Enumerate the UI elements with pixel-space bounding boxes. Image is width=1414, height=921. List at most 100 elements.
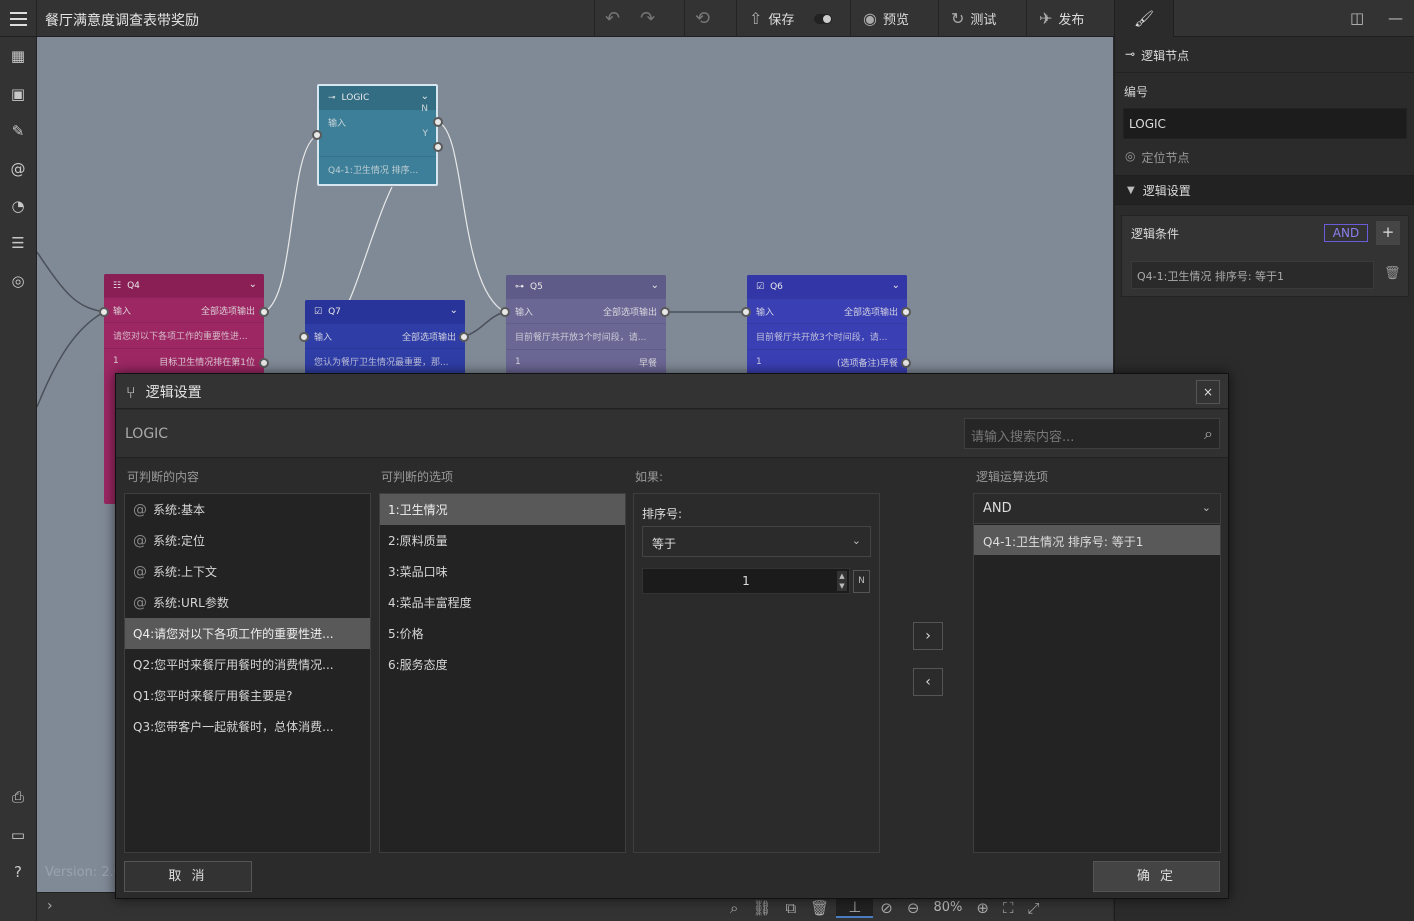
style-panel-tab[interactable]: 🖌 [1114, 0, 1174, 37]
zoom-out-icon[interactable]: ⊖ [900, 899, 927, 917]
at-icon: @ [133, 501, 147, 518]
zoom-in-icon[interactable]: ⊕ [969, 899, 996, 917]
save-label: 保存 [768, 13, 795, 28]
list-item[interactable]: Q4-1:卫生情况 排序号: 等于1 [974, 525, 1220, 555]
list-item[interactable]: Q2:您平时来餐厅用餐时的消费情况... [125, 649, 370, 680]
preview-button[interactable]: ◉ 预览 [851, 0, 921, 37]
chevron-down-icon[interactable]: ⌄ [651, 280, 659, 291]
item-label: 2:原料质量 [388, 534, 448, 548]
minimize-icon[interactable]: — [1388, 9, 1403, 27]
cancel-button[interactable]: 取 消 [124, 861, 252, 892]
logic-n-port[interactable] [433, 117, 443, 127]
q4-input-port[interactable] [99, 307, 109, 317]
list-item[interactable]: @ 系统:定位 [125, 525, 370, 556]
save-button[interactable]: ⇧ 保存 [737, 0, 844, 37]
list-item[interactable]: Q1:您平时来餐厅用餐主要是? [125, 680, 370, 711]
q5-node[interactable]: ⊶ Q5 ⌄ 输入 全部选项输出 目前餐厅共开放3个时间段，请... 1 早餐 [506, 275, 666, 375]
q5-node-header: ⊶ Q5 ⌄ [506, 275, 666, 298]
list-item[interactable]: Q4:请您对以下各项工作的重要性进... [125, 618, 370, 649]
delete-icon[interactable]: 🗑 [803, 899, 836, 917]
value-stepper[interactable]: 1 ▲ ▼ [642, 568, 850, 594]
hide-icon[interactable]: ⊘ [873, 899, 900, 917]
autosave-toggle[interactable] [814, 13, 833, 24]
link-icon[interactable]: ⛓ [745, 899, 778, 917]
list-item[interactable]: @ 系统:基本 [125, 494, 370, 525]
logic-y-port[interactable] [433, 142, 443, 152]
n-toggle-button[interactable]: N [853, 570, 870, 593]
at-icon[interactable]: @ [9, 160, 27, 178]
search-icon[interactable]: ⌕ [723, 899, 745, 917]
confirm-button[interactable]: 确 定 [1093, 861, 1220, 892]
logic-input-port[interactable] [312, 130, 322, 140]
q6-node[interactable]: ☑ Q6 ⌄ 输入 全部选项输出 目前餐厅共开放3个时间段，请... 1 (选项… [747, 275, 907, 375]
split-view-icon[interactable]: ◫ [1350, 9, 1364, 27]
q7-output-port[interactable] [459, 332, 469, 342]
spin-arrows-icon[interactable]: ▲ ▼ [837, 571, 847, 591]
fullscreen-icon[interactable]: ⤢ [1020, 899, 1046, 917]
q4-output-port[interactable] [259, 307, 269, 317]
logic-node[interactable]: ⊸ LOGIC ⌄ 输入 N Y Q4-1:卫生情况 排序... [317, 84, 438, 186]
zoom-level: 80% [933, 900, 963, 915]
list-item[interactable]: 6:服务态度 [380, 649, 625, 680]
list-item[interactable]: 2:原料质量 [380, 525, 625, 556]
search-input[interactable]: 请输入搜索内容... ⌕ [964, 418, 1220, 449]
q4-option-port[interactable] [259, 358, 269, 368]
dropper-icon[interactable]: ✎ [9, 122, 27, 140]
text-align-icon[interactable]: ☰ [9, 234, 27, 252]
print-icon[interactable]: ⎙ [9, 788, 27, 806]
q5-output-port[interactable] [660, 307, 670, 317]
list-item[interactable]: 3:菜品口味 [380, 556, 625, 587]
trash-icon[interactable]: 🗑 [1384, 266, 1401, 281]
publish-button[interactable]: ✈ 发布 [1027, 0, 1096, 37]
copy-icon[interactable]: ⧉ [778, 899, 803, 917]
q5-input-port[interactable] [500, 307, 510, 317]
align-icon[interactable]: ⊥ [836, 897, 874, 918]
locate-node-button[interactable]: ◎ 定位节点 [1125, 149, 1190, 166]
revert-icon[interactable]: ⟲ [685, 8, 720, 29]
redo-icon[interactable]: ↷ [630, 8, 665, 29]
add-condition-button[interactable]: + [1376, 221, 1400, 245]
remove-arrow-button[interactable]: ‹ [913, 668, 943, 696]
operator-select-value: AND [983, 501, 1012, 516]
operators-list: AND ⌄ Q4-1:卫生情况 排序号: 等于1 [973, 493, 1221, 853]
operator-select[interactable]: 等于 ⌄ [642, 526, 871, 557]
list-item[interactable]: 1:卫生情况 [380, 494, 625, 525]
chevron-down-icon[interactable]: ⌄ [892, 280, 900, 291]
gallery-icon[interactable]: ▣ [9, 85, 27, 103]
chevron-right-icon[interactable]: › [47, 898, 53, 914]
q6-io-row: 输入 全部选项输出 [747, 298, 907, 323]
item-label: Q4:请您对以下各项工作的重要性进... [133, 627, 334, 641]
globe-icon[interactable]: ◎ [9, 272, 27, 290]
chevron-down-icon[interactable]: ⌄ [450, 305, 458, 316]
list-item[interactable]: 5:价格 [380, 618, 625, 649]
q6-option-port[interactable] [901, 358, 911, 368]
logic-settings-section[interactable]: ▼ 逻辑设置 [1115, 175, 1414, 205]
q7-node[interactable]: ☑ Q7 ⌄ 输入 全部选项输出 您认为餐厅卫生情况最重要，那... [305, 300, 465, 380]
test-button[interactable]: ↻ 测试 [939, 0, 1008, 37]
search-icon[interactable]: ⌕ [1204, 424, 1213, 444]
document-title: 餐厅满意度调查表带奖励 [45, 13, 199, 29]
fit-icon[interactable]: ⛶ [996, 899, 1021, 917]
close-button[interactable]: × [1196, 380, 1220, 404]
q5-output-label: 全部选项输出 [602, 307, 657, 318]
and-badge[interactable]: AND [1324, 224, 1368, 242]
logic-operator-select[interactable]: AND ⌄ [974, 494, 1220, 524]
undo-icon[interactable]: ↶ [595, 8, 630, 29]
list-item[interactable]: @ 系统:上下文 [125, 556, 370, 587]
q6-output-port[interactable] [901, 307, 911, 317]
id-field[interactable]: LOGIC [1123, 108, 1407, 139]
add-arrow-button[interactable]: › [913, 622, 943, 650]
menu-button[interactable] [0, 0, 37, 37]
grid-icon[interactable]: ▦ [9, 47, 27, 65]
list-item[interactable]: 4:菜品丰富程度 [380, 587, 625, 618]
q6-input-port[interactable] [741, 307, 751, 317]
folder-icon[interactable]: ▭ [9, 826, 27, 844]
chevron-down-icon[interactable]: ⌄ [421, 91, 429, 102]
timer-icon[interactable]: ◔ [9, 197, 27, 215]
list-item[interactable]: Q3:您带客户一起就餐时，总体消费... [125, 711, 370, 742]
condition-item[interactable]: Q4-1:卫生情况 排序号: 等于1 [1131, 261, 1374, 289]
list-item[interactable]: @ 系统:URL参数 [125, 587, 370, 618]
help-icon[interactable]: ? [9, 863, 27, 881]
q7-input-port[interactable] [299, 332, 309, 342]
chevron-down-icon[interactable]: ⌄ [249, 279, 257, 290]
